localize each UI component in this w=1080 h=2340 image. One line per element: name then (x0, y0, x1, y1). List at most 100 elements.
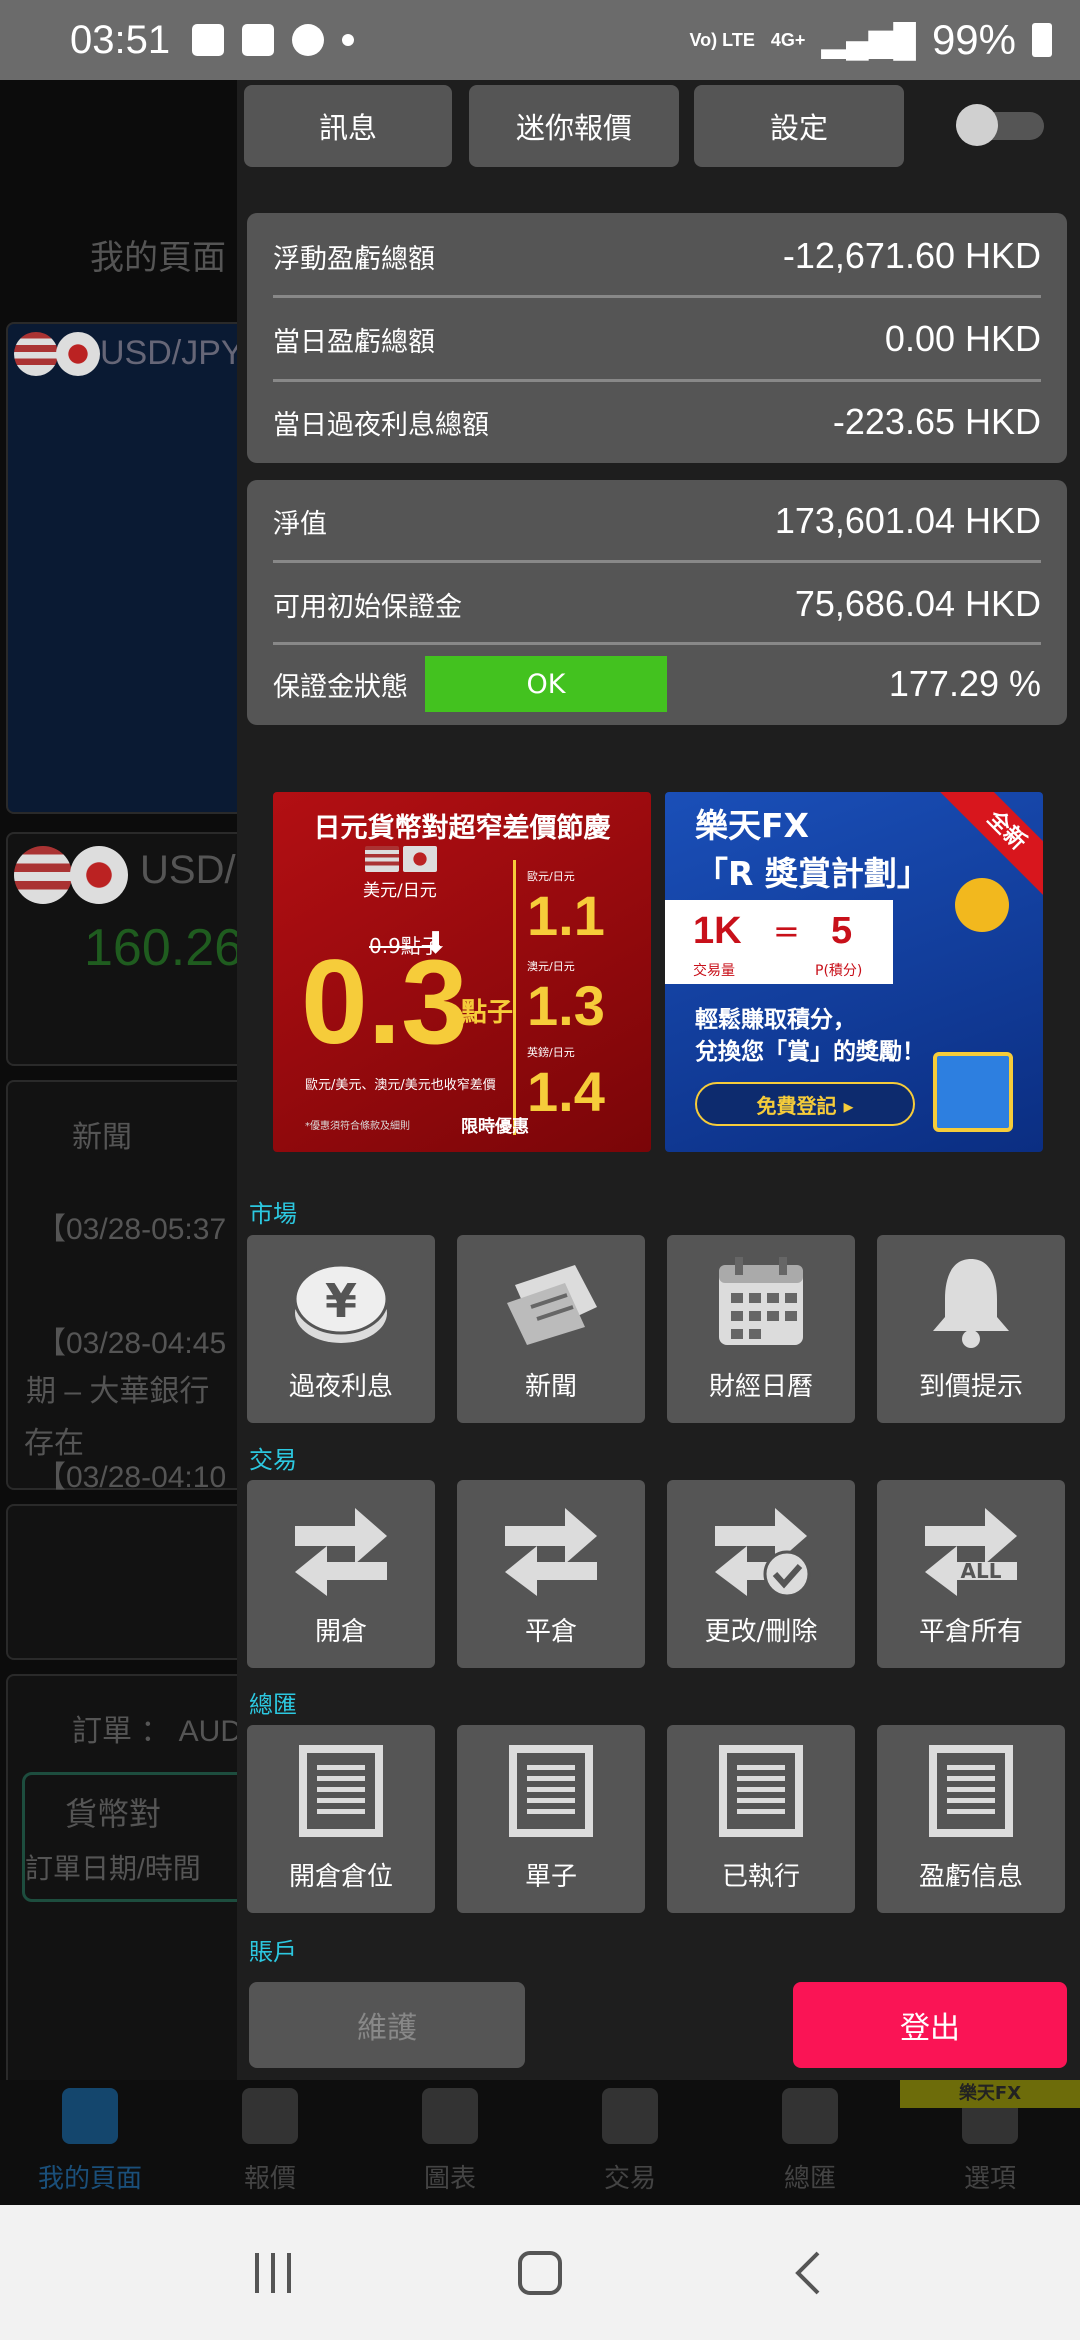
notification-icons (192, 24, 355, 56)
nav-my-page[interactable]: 我的頁面 (0, 2080, 180, 2205)
battery-percent: 99% (931, 16, 1016, 63)
us-flag-icon (14, 846, 72, 904)
row-label: 保證金狀態 (273, 671, 408, 703)
tile-label: 已執行 (721, 1862, 800, 1892)
promo-banner-rewards[interactable]: 全新 樂天FX 「R 獎賞計劃」 1K = 5 交易量 P(積分) 輕鬆賺取積分… (665, 792, 1043, 1152)
section-trade-title: 交易 (249, 1446, 297, 1474)
list-doc-icon (711, 1741, 811, 1841)
section-summary-title: 總匯 (249, 1691, 297, 1719)
tab-settings[interactable]: 設定 (694, 85, 904, 167)
order-label: 訂單 ： AUD (72, 1715, 243, 1748)
banner-pair: 美元/日元 (363, 881, 437, 901)
battery-icon (1032, 23, 1052, 57)
gift-box-icon (933, 1052, 1013, 1132)
tile-overnight-interest[interactable]: ¥ 過夜利息 (247, 1235, 435, 1423)
clock: 03:51 (70, 17, 171, 62)
tile-label: 財經日曆 (708, 1372, 813, 1402)
free-register-button[interactable]: 免費登記 ▸ (695, 1082, 915, 1126)
row-value: -223.65 HKD (832, 401, 1041, 442)
tile-label: 過夜利息 (288, 1372, 393, 1402)
points-value: 5 (831, 910, 853, 952)
points-box: 1K = 5 交易量 P(積分) (665, 900, 893, 984)
tile-label: 平倉 (524, 1617, 577, 1647)
section-market-title: 市場 (249, 1200, 297, 1228)
tile-economic-calendar[interactable]: 財經日曆 (667, 1235, 855, 1423)
bookmark-icon (62, 2088, 118, 2144)
tile-label: 到價提示 (918, 1372, 1023, 1402)
logout-button[interactable]: 登出 (793, 1982, 1067, 2068)
swap-all-icon: ALL (921, 1496, 1021, 1596)
tile-price-alert[interactable]: 到價提示 (877, 1235, 1065, 1423)
network-type: 4G+ (770, 30, 806, 50)
tile-close-position[interactable]: 平倉 (457, 1480, 645, 1668)
volume-label: 交易量 (693, 963, 735, 979)
pnl-summary-card: 浮動盈虧總額 -12,671.60 HKD 當日盈虧總額 0.00 HKD 當日… (247, 213, 1067, 463)
row-label: 當日盈虧總額 (273, 326, 435, 358)
margin-summary-card: 淨值 173,601.04 HKD 可用初始保證金 75,686.04 HKD … (247, 480, 1067, 725)
order-header: 貨幣對 訂單日期/時間 (22, 1772, 262, 1902)
page-title: 我的頁面 (90, 239, 226, 277)
candlestick-icon (422, 2088, 478, 2144)
tile-news[interactable]: 新聞 (457, 1235, 645, 1423)
margin-status-badge: OK (425, 656, 667, 712)
rate-value: 1.1 (527, 884, 605, 947)
tile-executed[interactable]: 已執行 (667, 1725, 855, 1913)
rate-pair: 英鎊/日元 (527, 1046, 575, 1059)
checkbox-icon (242, 24, 275, 56)
tile-open-position[interactable]: 開倉 (247, 1480, 435, 1668)
list-doc-icon (782, 2088, 838, 2144)
home-icon[interactable] (510, 2243, 570, 2303)
volte-indicator: Vo) LTE (689, 30, 755, 50)
news-item: 存在 (24, 1427, 84, 1460)
row-value: 177.29 % (888, 663, 1041, 704)
nav-chart[interactable]: 圖表 (360, 2080, 540, 2205)
volume-value: 1K (693, 910, 742, 952)
price: 160.26 (84, 919, 244, 977)
banner-text: 輕鬆賺取積分， 兌換您「賞」的獎勵！ (695, 1007, 925, 1065)
share-panel (6, 1504, 246, 1660)
order-date-column: 訂單日期/時間 (25, 1853, 201, 1884)
points-label: P(積分) (815, 963, 863, 979)
daily-pnl-row: 當日盈虧總額 0.00 HKD (273, 298, 1041, 380)
gallery-icon (192, 24, 225, 56)
tile-modify-delete[interactable]: 更改/刪除 (667, 1480, 855, 1668)
recent-apps-icon[interactable] (243, 2243, 303, 2303)
row-value: 75,686.04 HKD (794, 583, 1041, 624)
tile-open-positions[interactable]: 開倉倉位 (247, 1725, 435, 1913)
tile-pnl-info[interactable]: 盈虧信息 (877, 1725, 1065, 1913)
nav-quotes[interactable]: 報價 (180, 2080, 360, 2205)
floating-pnl-row: 浮動盈虧總額 -12,671.60 HKD (273, 215, 1041, 297)
row-value: 0.00 HKD (884, 318, 1041, 359)
tab-mini-quote[interactable]: 迷你報價 (469, 85, 679, 167)
row-value: -12,671.60 HKD (782, 235, 1041, 276)
tile-label: 開倉 (314, 1617, 367, 1647)
brand-tag: 樂天FX (900, 2080, 1080, 2108)
tile-orders[interactable]: 單子 (457, 1725, 645, 1913)
equals-sign: = (773, 912, 800, 950)
toggle-knob (956, 104, 998, 146)
overnight-interest-row: 當日過夜利息總額 -223.65 HKD (273, 381, 1041, 463)
row-label: 當日過夜利息總額 (273, 409, 489, 441)
nav-trade[interactable]: 交易 (540, 2080, 720, 2205)
display-toggle[interactable] (956, 104, 1044, 146)
banner-title: 樂天FX 「R 獎賞計劃」 (695, 806, 930, 893)
promo-banner-yen-spread[interactable]: 日元貨幣對超窄差價節慶 美元/日元 0.9點子 ⬇ 0.3 點子 歐元/日元 1… (273, 792, 651, 1152)
nav-summary[interactable]: 總匯 (720, 2080, 900, 2205)
equity-row: 淨值 173,601.04 HKD (273, 480, 1041, 562)
row-value: 173,601.04 HKD (774, 500, 1041, 541)
svg-text:ALL: ALL (961, 1559, 1002, 1583)
swap-arrows-icon (291, 1496, 391, 1596)
jp-flag-icon (70, 846, 128, 904)
bell-icon (921, 1251, 1021, 1351)
row-label: 可用初始保證金 (273, 591, 462, 623)
quote-panel-2: USD/ 160.26 (6, 832, 246, 1066)
signal-icon: ▂▄▆█ (821, 22, 916, 58)
banner-limited: 限時優惠 (461, 1117, 529, 1137)
maintenance-button[interactable]: 維護 (249, 1982, 525, 2068)
tile-close-all[interactable]: ALL 平倉所有 (877, 1480, 1065, 1668)
back-icon[interactable] (777, 2243, 837, 2303)
tab-messages[interactable]: 訊息 (244, 85, 452, 167)
tile-label: 單子 (524, 1862, 577, 1892)
swap-arrows-icon (501, 1496, 601, 1596)
currency-pair-column: 貨幣對 (65, 1796, 162, 1832)
